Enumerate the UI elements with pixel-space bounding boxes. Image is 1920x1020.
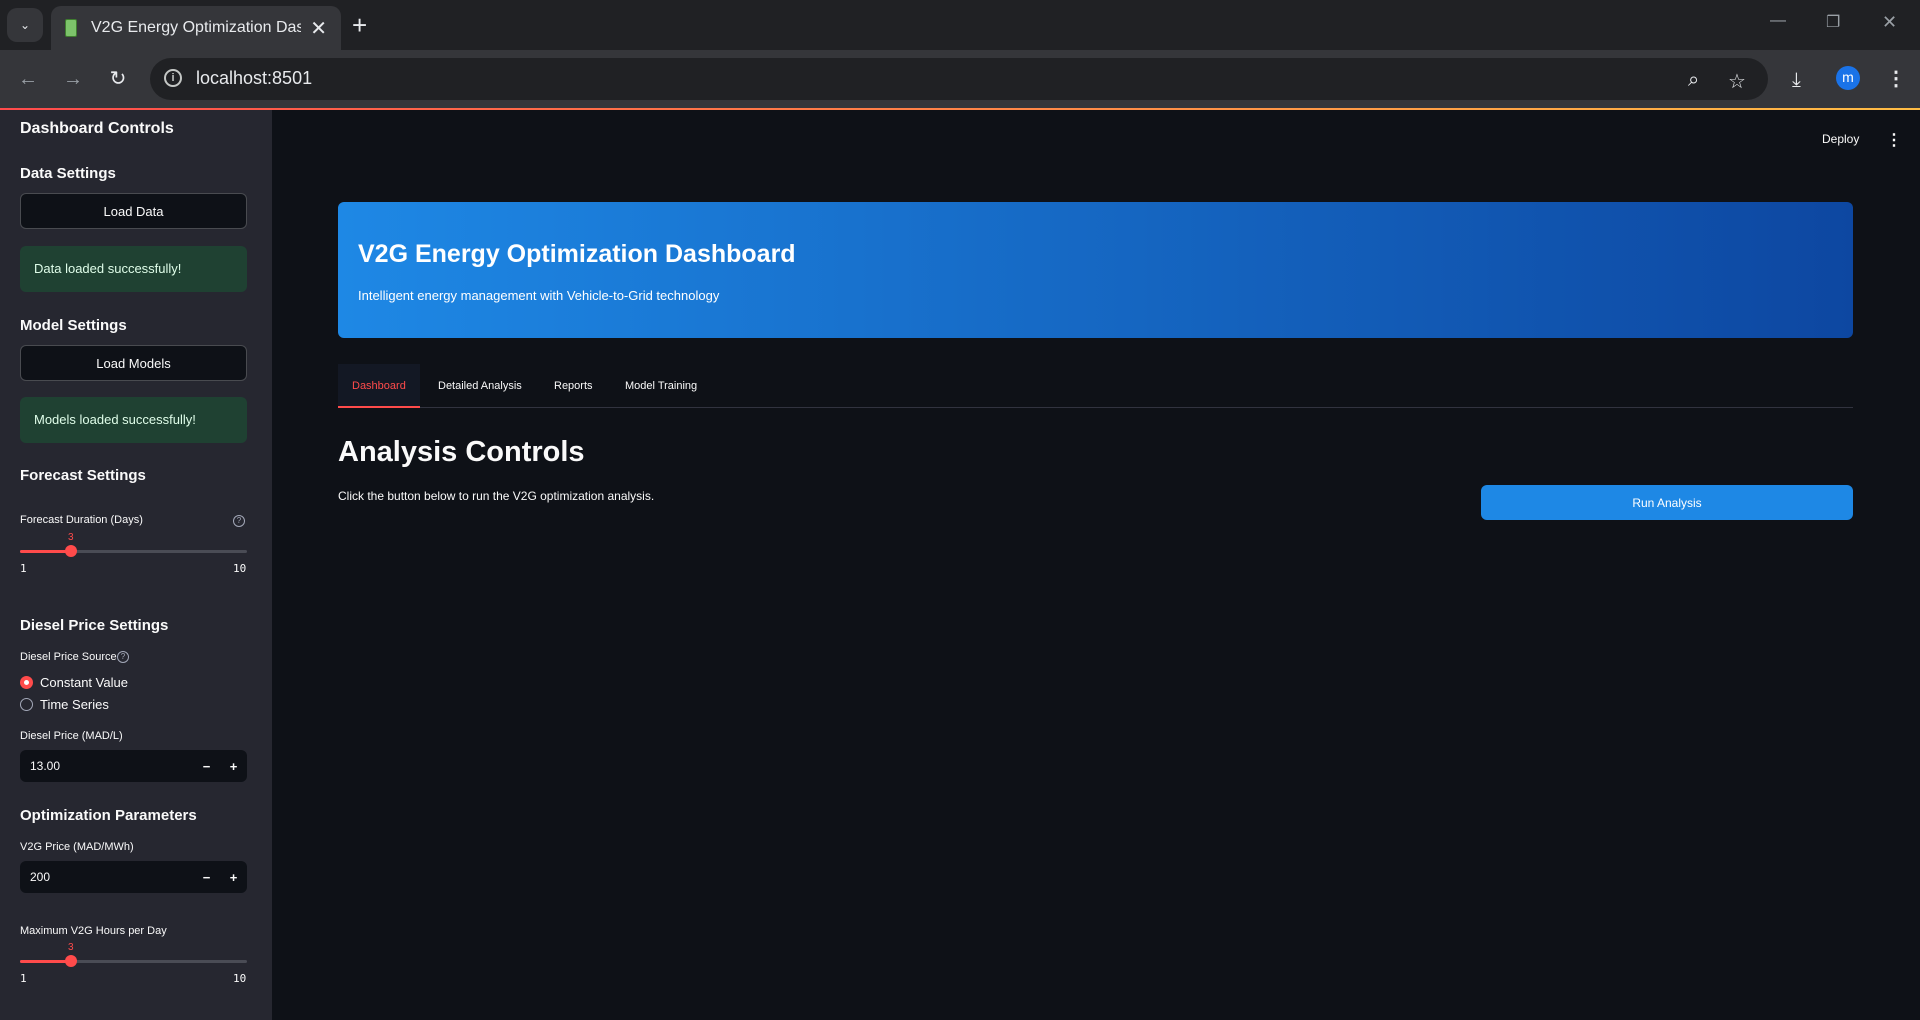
slider-min: 1 (20, 562, 27, 575)
url-text: localhost:8501 (196, 68, 313, 88)
forecast-settings-heading: Forecast Settings (20, 467, 146, 484)
slider-max: 10 (233, 972, 247, 985)
top-decoration-bar (0, 108, 1920, 110)
decrement-button[interactable]: − (193, 870, 220, 885)
section-title: Analysis Controls (338, 436, 585, 468)
sidebar: Dashboard Controls Data Settings Load Da… (0, 110, 272, 1020)
slider-thumb[interactable] (65, 955, 77, 967)
model-settings-heading: Model Settings (20, 317, 127, 334)
banner-subtitle: Intelligent energy management with Vehic… (358, 288, 720, 303)
max-hours-label: Maximum V2G Hours per Day (20, 925, 167, 937)
reload-icon[interactable]: ↻ (103, 64, 133, 94)
load-data-button[interactable]: Load Data (20, 193, 247, 229)
dashboard-banner: V2G Energy Optimization Dashboard Intell… (338, 202, 1853, 338)
diesel-settings-heading: Diesel Price Settings (20, 617, 169, 634)
radio-label: Time Series (40, 697, 109, 712)
section-description: Click the button below to run the V2G op… (338, 489, 655, 503)
tab-detailed-analysis[interactable]: Detailed Analysis (438, 364, 522, 408)
forward-arrow-icon[interactable]: → (58, 64, 88, 94)
optimization-heading: Optimization Parameters (20, 807, 197, 824)
data-status-alert: Data loaded successfully! (20, 246, 247, 292)
forecast-slider-value: 3 (68, 532, 74, 543)
browser-tab[interactable]: V2G Energy Optimization Dashboard ✕ (51, 6, 341, 50)
tab-title: V2G Energy Optimization Dashboard (91, 19, 301, 36)
restore-icon[interactable]: ❐ (1826, 12, 1840, 32)
data-settings-heading: Data Settings (20, 165, 116, 182)
tab-reports[interactable]: Reports (554, 364, 593, 408)
slider-fill (20, 550, 71, 553)
banner-title: V2G Energy Optimization Dashboard (358, 240, 796, 268)
app-menu-icon[interactable]: ⋮ (1886, 130, 1902, 150)
forecast-duration-slider[interactable] (20, 545, 247, 557)
browser-menu-icon[interactable]: ⋮ (1886, 66, 1906, 91)
help-icon[interactable]: ? (117, 651, 129, 663)
diesel-price-input[interactable]: 13.00 − + (20, 750, 247, 782)
minimize-icon[interactable]: — (1770, 12, 1786, 30)
diesel-source-label: Diesel Price Source (20, 651, 117, 663)
load-models-button[interactable]: Load Models (20, 345, 247, 381)
site-info-icon[interactable]: i (164, 69, 182, 87)
sidebar-title: Dashboard Controls (20, 120, 174, 137)
increment-button[interactable]: + (220, 870, 247, 885)
increment-button[interactable]: + (220, 759, 247, 774)
help-icon[interactable]: ? (233, 515, 245, 527)
deploy-button[interactable]: Deploy (1822, 132, 1859, 146)
close-window-icon[interactable]: ✕ (1882, 12, 1897, 33)
browser-tabstrip: ⌄ V2G Energy Optimization Dashboard ✕ + … (0, 0, 1920, 50)
slider-thumb[interactable] (65, 545, 77, 557)
radio-unselected-icon (20, 698, 33, 711)
address-bar[interactable]: i localhost:8501 (150, 58, 1768, 100)
tab-model-training[interactable]: Model Training (625, 364, 697, 408)
slider-max: 10 (233, 562, 247, 575)
close-tab-icon[interactable]: ✕ (310, 16, 327, 41)
v2g-price-value[interactable]: 200 (20, 870, 193, 884)
tab-dashboard[interactable]: Dashboard (338, 364, 420, 408)
v2g-price-input[interactable]: 200 − + (20, 861, 247, 893)
forecast-duration-label: Forecast Duration (Days) (20, 514, 143, 526)
chevron-down-icon: ⌄ (19, 18, 31, 32)
profile-avatar[interactable]: m (1836, 66, 1860, 90)
models-status-alert: Models loaded successfully! (20, 397, 247, 443)
back-arrow-icon[interactable]: ← (13, 64, 43, 94)
diesel-price-label: Diesel Price (MAD/L) (20, 730, 123, 742)
zoom-icon[interactable]: ⌕ (1688, 69, 1699, 92)
streamlit-app: Dashboard Controls Data Settings Load Da… (0, 108, 1920, 1020)
radio-constant-value[interactable]: Constant Value (20, 675, 128, 690)
radio-label: Constant Value (40, 675, 128, 690)
radio-selected-icon (20, 676, 33, 689)
diesel-price-value[interactable]: 13.00 (20, 759, 193, 773)
battery-favicon-icon (65, 19, 77, 37)
tab-search-button[interactable]: ⌄ (7, 8, 43, 42)
slider-fill (20, 960, 71, 963)
bookmark-star-icon[interactable]: ☆ (1728, 69, 1746, 94)
v2g-price-label: V2G Price (MAD/MWh) (20, 841, 134, 853)
max-hours-slider-value: 3 (68, 942, 74, 953)
max-hours-slider[interactable] (20, 955, 247, 967)
main-tabs: Dashboard Detailed Analysis Reports Mode… (338, 364, 1853, 408)
download-icon[interactable]: ⤓ (1792, 69, 1801, 92)
radio-time-series[interactable]: Time Series (20, 697, 109, 712)
slider-min: 1 (20, 972, 27, 985)
decrement-button[interactable]: − (193, 759, 220, 774)
new-tab-button[interactable]: + (352, 11, 367, 39)
run-analysis-button[interactable]: Run Analysis (1481, 485, 1853, 520)
